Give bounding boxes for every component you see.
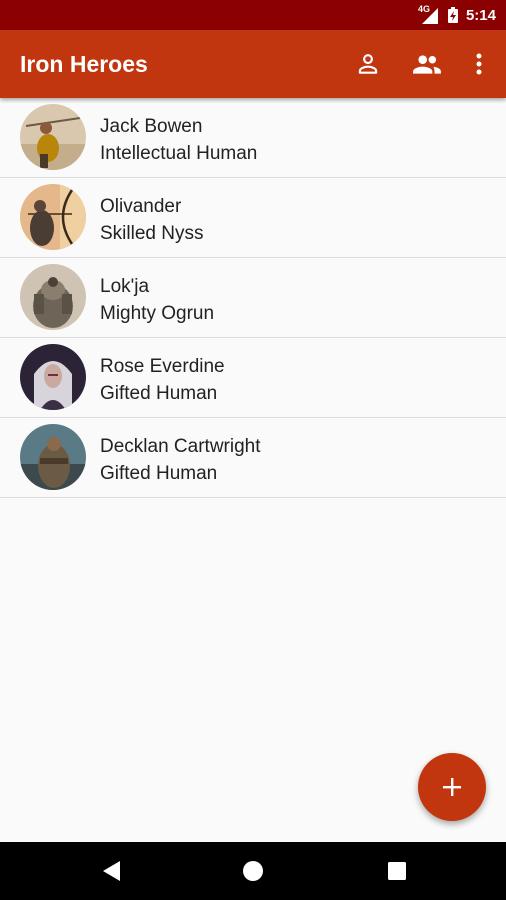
add-icon	[443, 778, 461, 796]
status-time: 5:14	[465, 6, 496, 24]
hero-name: Olivander	[100, 196, 182, 217]
hero-list: Jack Bowen Intellectual Human Olivander …	[0, 98, 506, 498]
navigation-bar	[0, 842, 506, 900]
battery-charging-icon	[447, 7, 458, 23]
hero-name: Lok'ja	[100, 276, 150, 297]
hero-avatar	[20, 184, 86, 250]
hero-row[interactable]: Olivander Skilled Nyss	[0, 178, 506, 258]
hero-name: Rose Everdine	[100, 356, 225, 377]
overflow-menu-button[interactable]	[462, 47, 496, 81]
app-title: Iron Heroes	[20, 51, 148, 77]
back-icon	[103, 861, 120, 881]
hero-subtitle: Mighty Ogrun	[100, 303, 215, 324]
status-bar: 4G 5:14	[0, 0, 506, 30]
hero-subtitle: Gifted Human	[100, 383, 218, 404]
app-bar: Iron Heroes	[0, 30, 506, 98]
home-icon	[243, 861, 263, 881]
recents-icon	[388, 862, 406, 880]
hero-subtitle: Intellectual Human	[100, 143, 258, 164]
hero-avatar	[20, 264, 86, 330]
hero-row[interactable]: Rose Everdine Gifted Human	[0, 338, 506, 418]
home-button[interactable]	[241, 859, 265, 883]
hero-avatar	[20, 344, 86, 410]
hero-row[interactable]: Jack Bowen Intellectual Human	[0, 98, 506, 178]
hero-name: Jack Bowen	[100, 116, 203, 137]
person-icon	[358, 54, 378, 74]
hero-subtitle: Gifted Human	[100, 463, 218, 484]
hero-avatar	[20, 424, 86, 490]
more-vert-icon	[476, 53, 482, 75]
group-button[interactable]	[410, 47, 444, 81]
cellular-signal-icon: 4G	[418, 4, 440, 24]
person-button[interactable]	[351, 47, 385, 81]
hero-subtitle: Skilled Nyss	[100, 223, 204, 244]
group-icon	[413, 55, 441, 74]
hero-row[interactable]: Lok'ja Mighty Ogrun	[0, 258, 506, 338]
add-hero-fab[interactable]	[418, 753, 486, 821]
hero-name: Decklan Cartwright	[100, 436, 261, 457]
hero-avatar	[20, 104, 86, 170]
hero-row[interactable]: Decklan Cartwright Gifted Human	[0, 418, 506, 498]
status-icons: 4G 5:14	[418, 0, 496, 30]
back-button[interactable]	[99, 859, 123, 883]
recents-button[interactable]	[385, 859, 409, 883]
